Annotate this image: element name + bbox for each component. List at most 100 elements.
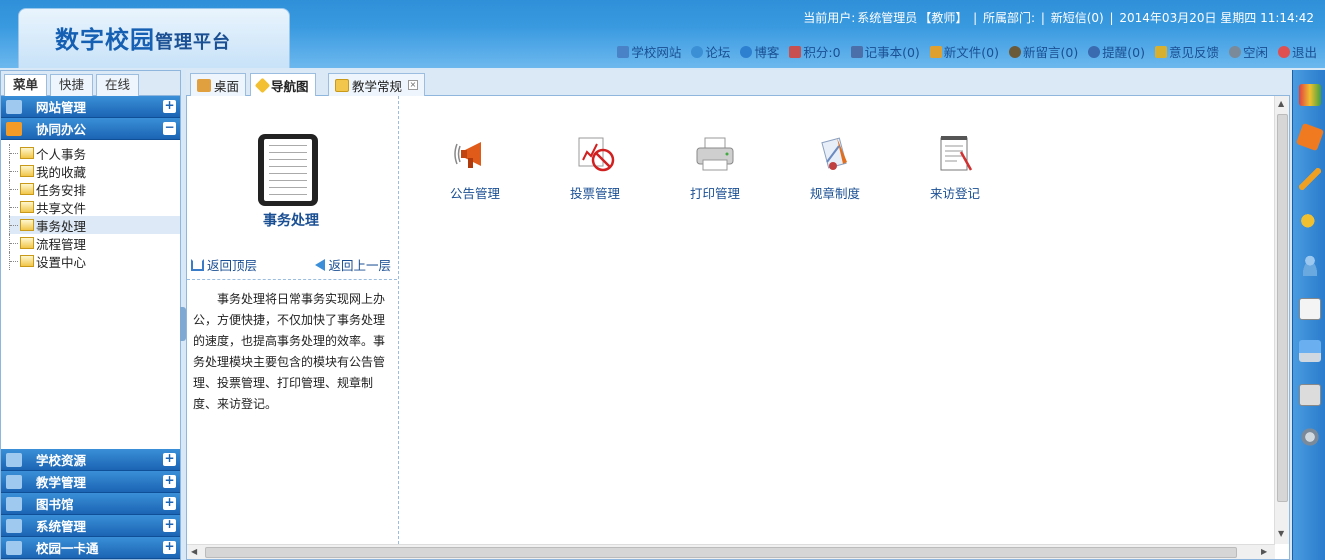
download-icon[interactable] xyxy=(1299,340,1321,362)
close-tab-icon[interactable]: × xyxy=(408,80,419,90)
link-reminder[interactable]: 提醒(0) xyxy=(1088,42,1145,61)
sidebar-bottom-groups: 学校资源 + 教学管理 + 图书馆 + 系统管理 + 校园一卡通 + xyxy=(1,449,180,559)
app-vote[interactable]: 投票管理 xyxy=(535,132,655,202)
link-blog[interactable]: 博客 xyxy=(740,42,779,61)
scroll-down-icon[interactable]: ▼ xyxy=(1278,529,1284,538)
app-label: 来访登记 xyxy=(929,186,980,201)
document-icon xyxy=(258,134,318,206)
points-icon xyxy=(789,45,802,58)
idle-icon xyxy=(1228,45,1241,58)
top-header: 数字校园管理平台 当前用户: 系统管理员 【教师】 | 所属部门: | 新短信(0)… xyxy=(0,0,1325,68)
group-school-resources[interactable]: 学校资源 + xyxy=(1,449,180,471)
settings-icon[interactable] xyxy=(1299,426,1321,448)
books-icon[interactable] xyxy=(1299,84,1321,106)
logo-sub: 管理平台 xyxy=(155,32,231,53)
link-message[interactable]: 新留言(0) xyxy=(1009,42,1078,61)
card-icon xyxy=(6,540,22,555)
current-user-label: 当前用户: xyxy=(803,11,856,25)
app-label: 规章制度 xyxy=(809,186,860,201)
notepad-icon[interactable] xyxy=(1299,298,1321,320)
folder-icon xyxy=(20,147,34,159)
vertical-scrollbar[interactable]: ▲ ▼ xyxy=(1274,96,1289,544)
link-feedback[interactable]: 意见反馈 xyxy=(1154,42,1219,61)
expand-icon[interactable]: + xyxy=(163,518,176,532)
scroll-thumb[interactable] xyxy=(205,547,1237,558)
dept-label: 所属部门: xyxy=(983,11,1036,25)
folder-icon xyxy=(20,165,34,177)
key-icon[interactable] xyxy=(1299,212,1321,234)
tab-menu[interactable]: 菜单 xyxy=(4,74,48,96)
back-up-link[interactable]: 返回上一层 xyxy=(315,255,391,274)
group-website-admin[interactable]: 网站管理 + xyxy=(1,96,180,118)
tree-item-personal[interactable]: 个人事务 xyxy=(9,144,180,162)
eraser-icon[interactable] xyxy=(1295,122,1325,152)
nav-row: 返回顶层 返回上一层 xyxy=(191,255,391,274)
scroll-thumb[interactable] xyxy=(1277,114,1288,502)
folder-icon xyxy=(20,255,34,267)
folder-icon xyxy=(20,183,34,195)
folder-icon xyxy=(20,219,34,231)
module-info-pane: 事务处理 返回顶层 返回上一层 事务处理将日常事务实现网上办公，方便快捷，不仅加… xyxy=(187,96,399,544)
link-website[interactable]: 学校网站 xyxy=(617,42,681,61)
link-points[interactable]: 积分:0 xyxy=(789,42,841,61)
tree-item-affairs[interactable]: 事务处理 xyxy=(9,216,180,234)
website-admin-icon xyxy=(6,99,22,114)
expand-icon[interactable]: + xyxy=(163,496,176,510)
link-idle[interactable]: 空闲 xyxy=(1228,42,1268,61)
expand-icon[interactable]: + xyxy=(163,474,176,488)
visitor-register-icon xyxy=(933,132,977,176)
scroll-left-icon[interactable]: ◀ xyxy=(191,547,197,556)
tab-online[interactable]: 在线 xyxy=(96,74,140,96)
tree-item-workflow[interactable]: 流程管理 xyxy=(9,234,180,252)
pencil-icon[interactable] xyxy=(1299,168,1321,190)
user-name: 系统管理员 xyxy=(857,11,918,25)
group-system[interactable]: 系统管理 + xyxy=(1,515,180,537)
horizontal-scrollbar[interactable]: ◀ ▶ xyxy=(187,544,1275,559)
scroll-right-icon[interactable]: ▶ xyxy=(1261,547,1267,556)
user-role: 【教师】 xyxy=(919,11,968,25)
link-logout[interactable]: 退出 xyxy=(1277,42,1317,61)
main-content: 事务处理 返回顶层 返回上一层 事务处理将日常事务实现网上办公，方便快捷，不仅加… xyxy=(186,96,1290,560)
group-campus-card[interactable]: 校园一卡通 + xyxy=(1,537,180,559)
group-library[interactable]: 图书馆 + xyxy=(1,493,180,515)
group-office[interactable]: 协同办公 − xyxy=(1,118,180,140)
expand-icon[interactable]: + xyxy=(163,540,176,554)
link-newfile[interactable]: 新文件(0) xyxy=(929,42,999,61)
messages-link[interactable]: 新短信(0) xyxy=(1051,11,1104,25)
app-print[interactable]: 打印管理 xyxy=(655,132,775,202)
tree-item-favorites[interactable]: 我的收藏 xyxy=(9,162,180,180)
scroll-up-icon[interactable]: ▲ xyxy=(1278,99,1284,108)
expand-icon[interactable]: + xyxy=(163,99,176,113)
link-notebook[interactable]: 记事本(0) xyxy=(850,42,920,61)
app-visitor[interactable]: 来访登记 xyxy=(895,132,1015,202)
tree-item-tasks[interactable]: 任务安排 xyxy=(9,180,180,198)
print-icon[interactable] xyxy=(1299,384,1321,406)
module-description: 事务处理将日常事务实现网上办公，方便快捷，不仅加快了事务处理的速度，也提高事务处… xyxy=(193,292,386,411)
tab-shortcut[interactable]: 快捷 xyxy=(50,74,94,96)
app-announcement[interactable]: 公告管理 xyxy=(415,132,535,202)
app-label: 公告管理 xyxy=(449,186,500,201)
app-rules[interactable]: 规章制度 xyxy=(775,132,895,202)
home-icon xyxy=(197,78,211,92)
tree-item-settings[interactable]: 设置中心 xyxy=(9,252,180,270)
user-info-bar: 当前用户: 系统管理员 【教师】 | 所属部门: | 新短信(0) | 2014年0… xyxy=(803,11,1314,25)
system-icon xyxy=(6,518,22,533)
link-forum[interactable]: 论坛 xyxy=(691,42,730,61)
printer-icon xyxy=(693,132,737,176)
group-teaching[interactable]: 教学管理 + xyxy=(1,471,180,493)
tab-teaching-routine[interactable]: 教学常规 × xyxy=(328,73,426,96)
logo-main: 数字校园 xyxy=(55,26,155,54)
user-icon[interactable] xyxy=(1299,254,1321,276)
announcement-icon xyxy=(453,132,497,176)
collapse-icon[interactable]: − xyxy=(163,121,176,135)
expand-icon[interactable]: + xyxy=(163,452,176,466)
home-icon xyxy=(191,258,204,271)
module-title: 事务处理 xyxy=(263,213,319,229)
tree-item-shared-files[interactable]: 共享文件 xyxy=(9,198,180,216)
tab-desktop[interactable]: 桌面 xyxy=(190,73,247,96)
back-to-top-link[interactable]: 返回顶层 xyxy=(191,255,257,274)
app-label: 投票管理 xyxy=(569,186,620,201)
tab-navigation[interactable]: 导航图 xyxy=(250,73,316,97)
rss-icon xyxy=(6,121,22,136)
office-tree: 个人事务 我的收藏 任务安排 共享文件 事务处理 流程管理 设置中心 xyxy=(1,140,180,270)
